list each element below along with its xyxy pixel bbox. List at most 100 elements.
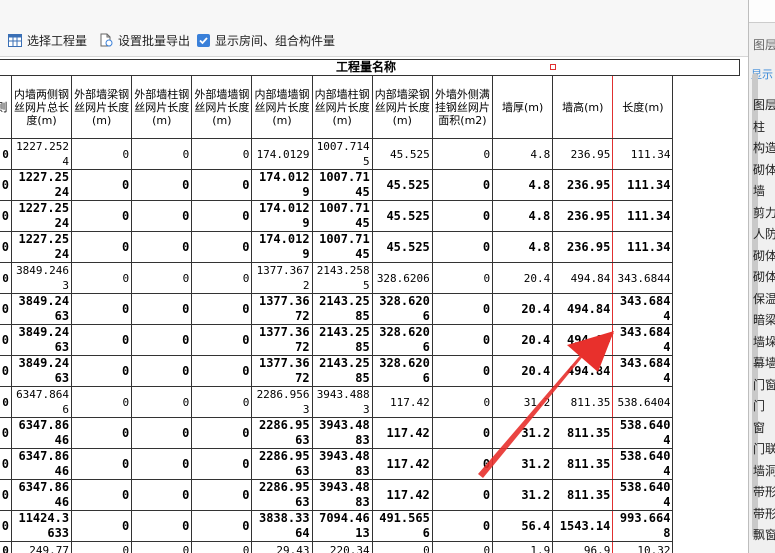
layer-item[interactable]: 带形窗	[753, 483, 775, 500]
table-cell[interactable]: 45.525	[371, 200, 433, 232]
layer-item[interactable]: 暗梁	[753, 311, 775, 328]
column-header[interactable]: 外部墙墙钢丝网片长度(m)	[191, 75, 253, 139]
table-cell[interactable]: 494.84	[552, 324, 614, 356]
table-cell[interactable]: 1543.14	[552, 510, 614, 542]
table-cell[interactable]: 0	[71, 169, 133, 201]
table-row[interactable]: 0 3849.2463 0 0 0 1377.3672 2143.2585 328.6206 0…	[0, 355, 740, 387]
table-cell[interactable]: 31.2	[492, 417, 554, 449]
layer-item[interactable]: 保温层	[753, 290, 775, 307]
table-cell[interactable]: 31.2	[492, 479, 554, 511]
table-cell[interactable]: 6347.8646	[10, 479, 73, 511]
table-cell[interactable]: 343.6844	[612, 293, 674, 325]
table-cell[interactable]: 0	[371, 541, 433, 553]
table-cell[interactable]: 29.43	[251, 541, 313, 553]
table-cell[interactable]: 0	[131, 200, 193, 232]
checkbox-checked-icon[interactable]	[197, 33, 210, 47]
table-cell[interactable]: 0	[71, 479, 133, 511]
table-cell[interactable]: 0	[131, 169, 193, 201]
table-cell[interactable]: 20.4	[492, 262, 554, 294]
table-cell[interactable]: 811.35	[552, 417, 614, 449]
layer-item[interactable]: 砌体墙	[753, 161, 775, 178]
column-header[interactable]: 内部墙柱钢丝网片长度(m)	[311, 75, 373, 139]
table-cell[interactable]: 11424.3633	[10, 510, 73, 542]
column-header[interactable]: 外墙外侧满挂钢丝网片面积(m2)	[431, 75, 494, 139]
table-cell[interactable]: 20.4	[492, 355, 554, 387]
table-cell[interactable]: 117.42	[371, 417, 433, 449]
table-cell[interactable]: 993.6648	[612, 510, 674, 542]
table-cell[interactable]: 0	[71, 293, 133, 325]
table-cell[interactable]: 2286.9563	[251, 417, 313, 449]
table-cell[interactable]: 1227.2524	[10, 200, 73, 232]
table-cell[interactable]: 0	[191, 541, 253, 553]
table-row[interactable]: 0 1227.2524 0 0 0 174.0129 1007.7145 45.525 0 4.8…	[0, 231, 740, 263]
table-cell[interactable]: 111.34	[612, 138, 674, 170]
table-cell[interactable]: 0	[131, 510, 193, 542]
table-cell[interactable]: 3943.4883	[311, 448, 373, 480]
table-cell[interactable]: 236.95	[552, 138, 614, 170]
table-cell[interactable]: 1377.3672	[251, 355, 313, 387]
table-cell[interactable]: 0	[71, 541, 133, 553]
table-cell[interactable]: 111.34	[612, 169, 674, 201]
table-cell[interactable]: 328.6206	[371, 324, 433, 356]
table-row[interactable]: 0 1227.2524 0 0 0 174.0129 1007.7145 45.525 0 4.8…	[0, 200, 740, 232]
table-cell[interactable]: 45.525	[371, 231, 433, 263]
table-cell[interactable]: 2286.9563	[251, 386, 313, 418]
table-cell[interactable]: 3849.2463	[10, 262, 73, 294]
table-row[interactable]: 0 1227.2524 0 0 0 174.0129 1007.7145 45.525 0 4.8…	[0, 138, 740, 170]
layer-item[interactable]: 剪力墙	[753, 204, 775, 221]
table-cell[interactable]: 0	[191, 231, 253, 263]
table-cell[interactable]: 2143.2585	[311, 293, 373, 325]
table-cell[interactable]: 117.42	[371, 386, 433, 418]
table-cell[interactable]: 0	[431, 293, 494, 325]
layer-item[interactable]: 人防门框墙	[753, 225, 775, 242]
table-cell[interactable]: 0	[191, 169, 253, 201]
table-cell[interactable]: 1377.3672	[251, 324, 313, 356]
layer-item[interactable]: 门联窗	[753, 440, 775, 457]
table-cell[interactable]: 538.6404	[612, 479, 674, 511]
table-cell[interactable]: 0	[191, 324, 253, 356]
column-header[interactable]: 外部墙柱钢丝网片长度(m)	[131, 75, 193, 139]
table-row[interactable]: 0 1227.2524 0 0 0 174.0129 1007.7145 45.525 0 4.8…	[0, 169, 740, 201]
table-cell[interactable]: 3849.2463	[10, 324, 73, 356]
table-row[interactable]: 0 3849.2463 0 0 0 1377.3672 2143.2585 328.6206 0…	[0, 262, 740, 294]
table-cell[interactable]: 45.525	[371, 169, 433, 201]
table-cell[interactable]: 174.0129	[251, 231, 313, 263]
table-row[interactable]: 0 249.77 0 0 0 29.43 220.34 0 0 1.9 96.9 10.32	[0, 541, 740, 553]
table-cell[interactable]: 0	[191, 200, 253, 232]
table-cell[interactable]: 0	[191, 355, 253, 387]
table-cell[interactable]: 1007.7145	[311, 138, 373, 170]
table-cell[interactable]: 0	[431, 386, 494, 418]
select-project-button[interactable]: 选择工程量	[8, 31, 87, 49]
table-cell[interactable]: 0	[131, 479, 193, 511]
table-cell[interactable]: 1007.7145	[311, 200, 373, 232]
table-cell[interactable]: 0	[71, 386, 133, 418]
table-cell[interactable]: 6347.8646	[10, 386, 73, 418]
table-cell[interactable]: 0	[71, 417, 133, 449]
column-header[interactable]: 内部墙梁钢丝网片长度(m)	[371, 75, 433, 139]
table-cell[interactable]: 111.34	[612, 231, 674, 263]
table-cell[interactable]: 3943.4883	[311, 386, 373, 418]
table-cell[interactable]: 328.6206	[371, 293, 433, 325]
table-cell[interactable]: 328.6206	[371, 355, 433, 387]
table-cell[interactable]: 343.6844	[612, 262, 674, 294]
table-cell[interactable]: 1227.2524	[10, 138, 73, 170]
table-cell[interactable]: 20.4	[492, 293, 554, 325]
table-cell[interactable]: 2286.9563	[251, 479, 313, 511]
table-cell[interactable]: 1007.7145	[311, 231, 373, 263]
table-cell[interactable]: 3849.2463	[10, 355, 73, 387]
table-cell[interactable]: 0	[131, 293, 193, 325]
table-cell[interactable]: 0	[71, 231, 133, 263]
column-header[interactable]: 墙厚(m)	[492, 75, 554, 139]
table-cell[interactable]: 117.42	[371, 448, 433, 480]
table-row[interactable]: 0 6347.8646 0 0 0 2286.9563 3943.4883 117.42 0 31…	[0, 417, 740, 449]
layer-item[interactable]: 门窗洞	[753, 376, 775, 393]
layer-item[interactable]: 砌体加筋	[753, 247, 775, 264]
table-cell[interactable]: 0	[431, 448, 494, 480]
table-cell[interactable]: 0	[71, 262, 133, 294]
table-cell[interactable]: 0	[131, 231, 193, 263]
table-cell[interactable]: 0	[131, 386, 193, 418]
layer-item[interactable]: 窗	[753, 419, 775, 436]
batch-export-button[interactable]: 设置批量导出	[99, 31, 190, 49]
table-cell[interactable]: 4.8	[492, 200, 554, 232]
table-cell[interactable]: 0	[131, 138, 193, 170]
